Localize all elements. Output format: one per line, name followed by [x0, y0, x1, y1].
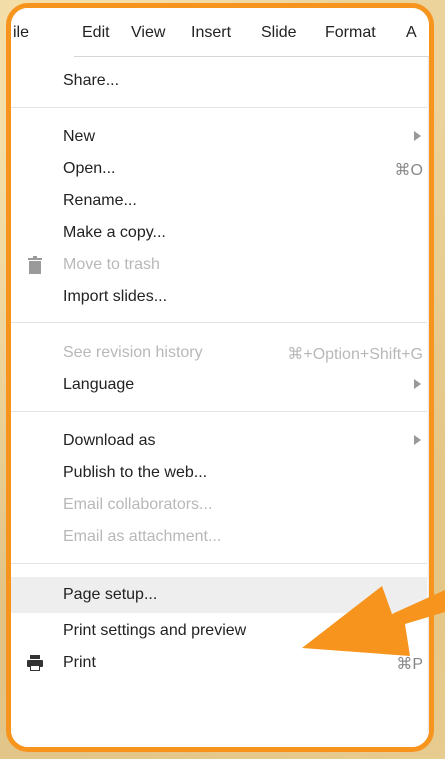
menu-item-label: Email collaborators...: [63, 496, 213, 513]
menu-separator: [11, 563, 429, 564]
menu-item-import-slides[interactable]: Import slides...: [11, 281, 429, 313]
menu-item-print-settings[interactable]: Print settings and preview: [11, 615, 429, 647]
menu-insert[interactable]: Insert: [191, 24, 231, 42]
shortcut-label: ⌘P: [396, 656, 423, 673]
chevron-right-icon: [414, 435, 421, 445]
menu-item-open[interactable]: Open... ⌘O: [11, 153, 429, 185]
menu-arrange[interactable]: A: [406, 24, 417, 42]
printer-icon: [25, 653, 45, 673]
highlight-frame: ile Edit View Insert Slide Format A Shar…: [6, 3, 434, 752]
menu-item-label: New: [63, 128, 96, 145]
menu-bar: ile Edit View Insert Slide Format A: [11, 8, 429, 57]
menu-item-rename[interactable]: Rename...: [11, 185, 429, 217]
trash-icon: [25, 255, 45, 275]
shortcut-label: ⌘O: [394, 162, 423, 179]
menu-item-page-setup[interactable]: Page setup...: [11, 577, 429, 613]
menu-item-label: Rename...: [63, 192, 137, 209]
menu-item-label: Print: [63, 654, 96, 671]
menu-item-new[interactable]: New: [11, 121, 429, 153]
menu-item-label: Open...: [63, 160, 116, 177]
menu-item-label: See revision history: [63, 344, 203, 361]
menu-item-move-to-trash: Move to trash: [11, 249, 429, 281]
menu-item-make-copy[interactable]: Make a copy...: [11, 217, 429, 249]
file-menu-dropdown: Share... New Open... ⌘O Rename... Make a…: [11, 57, 429, 747]
menu-item-label: Make a copy...: [63, 224, 166, 241]
menu-item-label: Page setup...: [63, 586, 158, 603]
menu-format[interactable]: Format: [325, 24, 376, 42]
menu-item-label: Print settings and preview: [63, 622, 247, 639]
menu-edge: [427, 57, 429, 747]
shortcut-label: ⌘+Option+Shift+G: [287, 346, 423, 363]
menu-item-email-collaborators: Email collaborators...: [11, 489, 429, 521]
menu-item-label: Share...: [63, 72, 120, 89]
menu-item-publish[interactable]: Publish to the web...: [11, 457, 429, 489]
chevron-right-icon: [414, 131, 421, 141]
menu-item-label: Import slides...: [63, 288, 168, 305]
menu-separator: [11, 107, 429, 108]
menu-item-label: Move to trash: [63, 256, 160, 273]
menu-item-email-attachment: Email as attachment...: [11, 521, 429, 553]
menu-item-label: Language: [63, 376, 135, 393]
menu-item-label: Download as: [63, 432, 156, 449]
menu-separator: [11, 322, 429, 323]
menu-separator: [11, 411, 429, 412]
menu-slide[interactable]: Slide: [261, 24, 297, 42]
menu-item-language[interactable]: Language: [11, 369, 429, 401]
menu-item-revision-history: See revision history ⌘+Option+Shift+G: [11, 337, 429, 369]
menu-item-print[interactable]: Print ⌘P: [11, 647, 429, 679]
menu-edit[interactable]: Edit: [82, 24, 110, 42]
menu-item-share[interactable]: Share...: [11, 65, 429, 97]
menu-item-label: Email as attachment...: [63, 528, 222, 545]
menu-file[interactable]: ile: [11, 8, 74, 57]
chevron-right-icon: [414, 379, 421, 389]
menu-item-download-as[interactable]: Download as: [11, 425, 429, 457]
menu-item-label: Publish to the web...: [63, 464, 208, 481]
menu-view[interactable]: View: [131, 24, 165, 42]
